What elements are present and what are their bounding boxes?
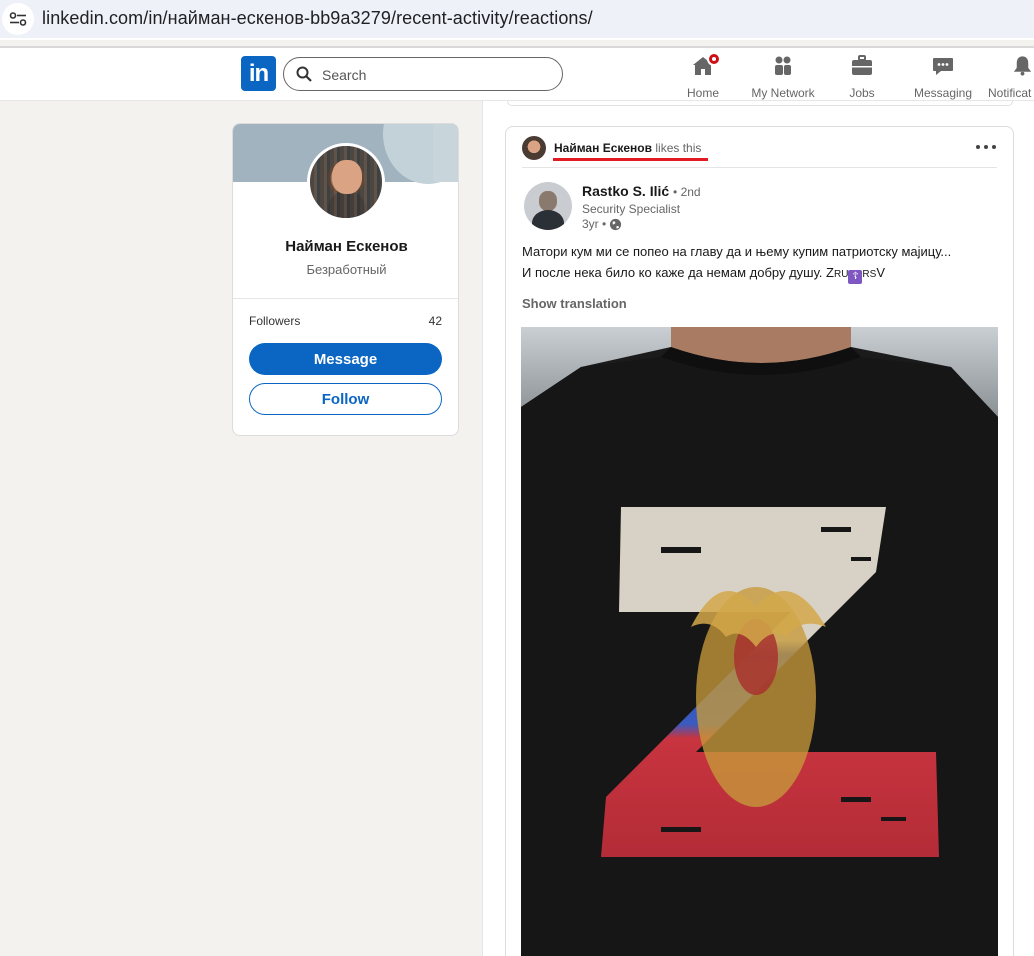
more-options-button[interactable] [976,139,996,155]
post-text-line-1: Матори кум ми се попео на главу да и њем… [522,244,952,259]
nav-notifications[interactable]: Notificat [988,54,1034,100]
post-text-segment: И после нека било ко каже да немам добру… [522,265,834,280]
linkedin-nav: in Home My Network [0,48,1034,101]
nav-home[interactable]: Home [683,52,723,100]
bell-icon [1013,56,1032,76]
post-text: Матори кум ми се попео на главу да и њем… [522,241,1002,285]
linkedin-logo[interactable]: in [241,56,276,91]
nav-my-network[interactable]: My Network [748,54,818,100]
profile-card: Найман Ескенов Безработный Followers 42 … [232,123,459,436]
show-translation-button[interactable]: Show translation [522,296,627,311]
followers-label: Followers [249,314,301,328]
post-text-segment: V [876,265,885,280]
divider [233,298,458,299]
nav-jobs[interactable]: Jobs [842,54,882,100]
nav-jobs-label: Jobs [849,86,875,100]
follow-button[interactable]: Follow [249,383,442,415]
author-name[interactable]: Rastko S. Ilić [582,183,669,199]
followers-count: 42 [428,314,442,328]
liker-action: likes this [655,141,702,155]
profile-name[interactable]: Найман Ескенов [233,238,458,255]
briefcase-icon [852,55,872,75]
avatar-background [310,146,382,218]
nav-notifications-label: Notificat [988,86,1032,100]
banner-decoration-strip [433,124,458,182]
nav-home-label: Home [686,86,719,100]
post-meta: 3yr • [582,217,622,231]
author-name-row[interactable]: Rastko S. Ilić • 2nd [582,183,701,199]
connection-degree: • 2nd [673,185,701,199]
tshirt-z-photo [521,327,998,956]
previous-post-edge [507,101,1013,106]
post-text-segment: RU [833,269,849,280]
messaging-icon [933,58,953,75]
profile-avatar[interactable] [307,143,385,221]
browser-address-bar: linkedin.com/in/найман-ескенов-bb9a3279/… [0,0,1034,40]
dot [976,145,980,149]
author-avatar[interactable] [524,182,572,230]
url-text[interactable]: linkedin.com/in/найман-ескенов-bb9a3279/… [42,8,593,29]
site-info-button[interactable] [2,3,34,35]
divider [522,167,997,168]
nav-my-network-label: My Network [751,86,815,100]
post-age: 3yr • [582,217,607,231]
highlight-underline [553,158,708,161]
globe-icon [610,218,622,230]
tune-icon [9,12,27,26]
orthodox-cross-icon: ☦ [848,270,863,284]
search-box[interactable] [283,57,563,91]
profile-headline: Безработный [306,262,387,277]
search-input[interactable] [322,64,552,86]
notification-badge [707,52,721,66]
network-icon [775,56,791,75]
nav-messaging-label: Messaging [913,86,973,100]
post-text-line-2: И после нека било ко каже да немам добру… [522,262,1002,285]
dot [992,145,996,149]
liker-name[interactable]: Найман Ескенов [554,141,652,155]
message-button[interactable]: Message [249,343,442,375]
liker-avatar[interactable] [522,136,546,160]
post-text-segment: RS [862,269,877,280]
search-icon [296,66,312,82]
dot [984,145,988,149]
address-field-bg: linkedin.com/in/найман-ескенов-bb9a3279/… [0,0,1034,38]
author-headline: Security Specialist [582,202,681,216]
nav-messaging[interactable]: Messaging [912,54,974,100]
reaction-header: Найман Ескенов likes this [554,141,701,155]
post-card: Найман Ескенов likes this Rastko S. Ilić… [505,126,1014,956]
post-image[interactable] [521,327,998,956]
